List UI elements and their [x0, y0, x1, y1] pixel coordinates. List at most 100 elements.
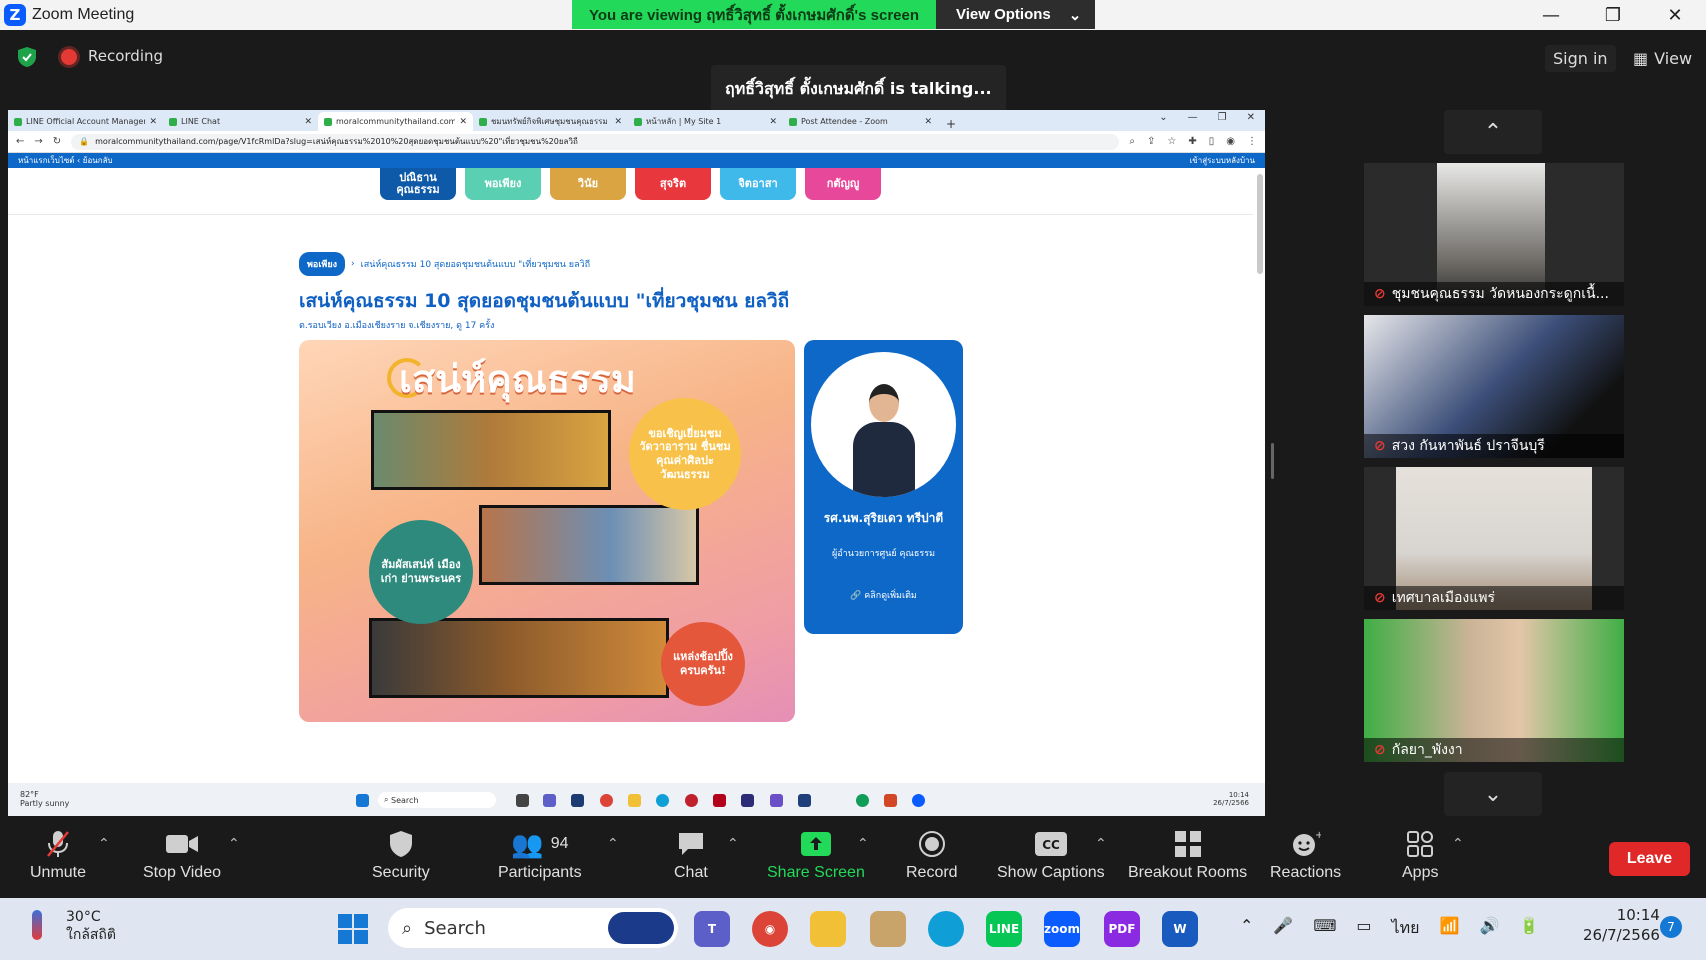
participant-tile[interactable]: ⊘ สวง กันหาพันธ์ ปราจีนบุรี — [1364, 315, 1624, 458]
back-icon[interactable]: ← — [16, 136, 24, 147]
tab-close-icon[interactable]: ✕ — [459, 117, 467, 127]
wifi-icon[interactable]: 📶 — [1440, 916, 1460, 941]
minimize-icon[interactable]: — — [1188, 112, 1198, 123]
profile-card[interactable]: รศ.นพ.สุริยเดว ทรีปาตี ผู้อำนวยการศูนย์ … — [804, 340, 963, 634]
minimize-button[interactable]: — — [1520, 0, 1582, 30]
weather-widget[interactable]: 30°C ใกล้สถิติ — [66, 908, 116, 944]
browser-tab[interactable]: moralcommunitythailand.com/p ✕ — [318, 112, 473, 131]
shield-check-icon[interactable] — [17, 46, 37, 68]
battery-icon[interactable]: 🔋 — [1519, 916, 1539, 941]
show-captions-button[interactable]: CC Show Captions — [997, 828, 1105, 882]
restore-button[interactable]: ❐ — [1582, 0, 1644, 30]
keyboard-icon[interactable]: ⌨ — [1313, 916, 1336, 941]
extensions-icon[interactable]: ✚ — [1188, 136, 1196, 147]
apps-caret-icon[interactable]: ⌃ — [1452, 836, 1464, 852]
breadcrumb-pill[interactable]: พอเพียง — [299, 252, 346, 276]
browser-menu-icon[interactable]: ⋮ — [1247, 136, 1257, 147]
video-options-caret-icon[interactable]: ⌃ — [228, 836, 240, 852]
windows-start-icon[interactable] — [338, 914, 368, 944]
view-options-button[interactable]: View Options ⌄ — [936, 0, 1096, 29]
pdf-app-icon[interactable]: PDF — [1104, 911, 1140, 947]
captions-caret-icon[interactable]: ⌃ — [1095, 836, 1107, 852]
zoom-app-icon[interactable]: zoom — [1044, 911, 1080, 947]
reactions-button[interactable]: + Reactions — [1270, 828, 1341, 882]
url-field[interactable]: 🔒 moralcommunitythailand.com/page/V1fcRm… — [71, 133, 1120, 150]
browser-tab[interactable]: Post Attendee - Zoom ✕ — [783, 112, 938, 131]
tab-close-icon[interactable]: ✕ — [769, 117, 777, 127]
share-options-caret-icon[interactable]: ⌃ — [857, 836, 869, 852]
zoom-icon[interactable]: ⌕ — [1129, 136, 1135, 147]
weather-thermometer-icon[interactable] — [32, 910, 42, 940]
gallery-scroll-down-button[interactable]: ⌄ — [1444, 772, 1542, 816]
category-button[interactable]: วินัย — [550, 168, 626, 200]
sign-in-button[interactable]: Sign in — [1545, 45, 1616, 72]
view-button[interactable]: ▦ View — [1625, 45, 1700, 72]
category-button[interactable]: ปณิธาน คุณธรรม — [380, 168, 456, 200]
chrome-icon[interactable]: ◉ — [752, 911, 788, 947]
participant-tile[interactable]: ⊘ กัลยา_พังงา — [1364, 619, 1624, 762]
input-language[interactable]: ไทย — [1392, 916, 1420, 941]
recording-label[interactable]: Recording — [88, 47, 163, 65]
share-icon[interactable]: ⇪ — [1147, 136, 1155, 147]
site-login-link[interactable]: เข้าสู่ระบบหลังบ้าน — [1190, 154, 1255, 167]
stop-video-button[interactable]: Stop Video — [143, 828, 221, 882]
category-button[interactable]: สุจริต — [635, 168, 711, 200]
taskbar-clock[interactable]: 10:14 26/7/2566 — [1583, 906, 1660, 945]
profile-avatar-icon[interactable]: ◉ — [1226, 136, 1235, 147]
file-explorer-icon[interactable] — [810, 911, 846, 947]
unmute-button[interactable]: Unmute — [30, 828, 86, 882]
shared-screen[interactable]: LINE Official Account Manager ✕ LINE Chat ✕… — [8, 110, 1265, 816]
chat-caret-icon[interactable]: ⌃ — [727, 836, 739, 852]
new-tab-icon[interactable]: + — [938, 117, 964, 131]
tablet-mode-icon[interactable]: ▭ — [1356, 916, 1371, 941]
panel-resize-handle[interactable] — [1271, 443, 1274, 479]
tab-close-icon[interactable]: ✕ — [304, 117, 312, 127]
record-button[interactable]: Record — [906, 828, 958, 882]
category-button[interactable]: พอเพียง — [465, 168, 541, 200]
microphone-icon[interactable]: 🎤 — [1273, 916, 1293, 941]
participant-tile[interactable]: ⊘ เทศบาลเมืองแพร่ — [1364, 467, 1624, 610]
participants-caret-icon[interactable]: ⌃ — [607, 836, 619, 852]
breakout-rooms-icon — [1174, 828, 1202, 860]
line-app-icon[interactable]: LINE — [986, 911, 1022, 947]
security-button[interactable]: Security — [372, 828, 430, 882]
breakout-rooms-button[interactable]: Breakout Rooms — [1128, 828, 1247, 882]
taskbar-search-box[interactable]: ⌕ Search — [388, 908, 678, 948]
browser-tab[interactable]: LINE Chat ✕ — [163, 112, 318, 131]
chat-button[interactable]: Chat — [674, 828, 708, 882]
site-home-link[interactable]: หน้าแรกเว็บไซต์ ‹ ย้อนกลับ — [18, 154, 113, 167]
notifications-badge[interactable]: 7 — [1660, 916, 1682, 938]
page-scrollbar[interactable] — [1257, 174, 1263, 274]
restore-icon[interactable]: ❐ — [1218, 112, 1227, 123]
app-icon[interactable] — [870, 911, 906, 947]
audio-options-caret-icon[interactable]: ⌃ — [98, 836, 110, 852]
browser-tab[interactable]: หน้าหลัก | My Site 1 ✕ — [628, 112, 783, 131]
leave-button[interactable]: Leave — [1609, 842, 1690, 876]
browser-tab[interactable]: ชมนทรัพย์กิจพิเศษชุมชนคุณธรรม ✕ — [473, 112, 628, 131]
svg-text:CC: CC — [1042, 838, 1060, 852]
reload-icon[interactable]: ↻ — [53, 136, 61, 147]
tab-close-icon[interactable]: ✕ — [149, 117, 157, 127]
gallery-scroll-up-button[interactable]: ⌃ — [1444, 110, 1542, 154]
profile-more-link[interactable]: 🔗 คลิกดูเพิ่มเติม — [804, 588, 963, 602]
forward-icon[interactable]: → — [34, 136, 42, 147]
sidebar-icon[interactable]: ▯ — [1209, 136, 1215, 147]
apps-button[interactable]: Apps — [1402, 828, 1438, 882]
close-button[interactable]: ✕ — [1644, 0, 1706, 30]
tab-close-icon[interactable]: ✕ — [924, 117, 932, 127]
close-icon[interactable]: ✕ — [1247, 112, 1255, 123]
teams-icon[interactable]: T — [694, 911, 730, 947]
category-button[interactable]: จิตอาสา — [720, 168, 796, 200]
tab-search-icon[interactable]: ⌄ — [1159, 112, 1167, 123]
edge-icon[interactable] — [928, 911, 964, 947]
show-hidden-icons-chevron-icon[interactable]: ⌃ — [1240, 916, 1253, 941]
browser-tab[interactable]: LINE Official Account Manager ✕ — [8, 112, 163, 131]
participant-tile[interactable]: ⊘ ชุมชนคุณธรรม วัดหนองกระดูกเนื้... — [1364, 163, 1624, 306]
participants-button[interactable]: 👥 94 Participants — [498, 828, 582, 882]
word-app-icon[interactable]: W — [1162, 911, 1198, 947]
bookmark-star-icon[interactable]: ☆ — [1167, 136, 1176, 147]
volume-icon[interactable]: 🔊 — [1479, 916, 1499, 941]
share-screen-button[interactable]: Share Screen — [767, 828, 865, 882]
tab-close-icon[interactable]: ✕ — [614, 117, 622, 127]
category-button[interactable]: กตัญญู — [805, 168, 881, 200]
